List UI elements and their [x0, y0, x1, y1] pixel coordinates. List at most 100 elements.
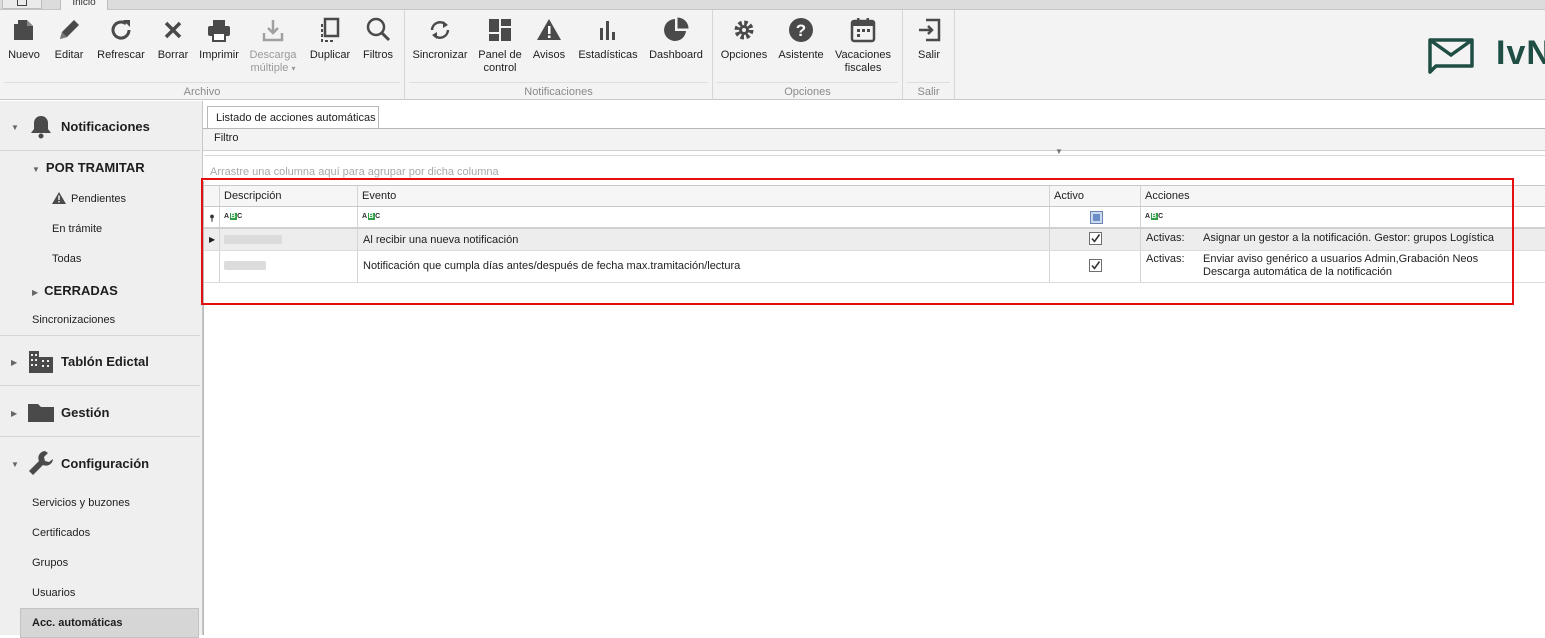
text-filter-icon: ABC [224, 213, 243, 220]
nav-cerradas[interactable]: ▶ CERRADAS [32, 283, 118, 298]
quick-access-button[interactable] [2, 0, 42, 9]
filter-activo-checkbox[interactable] [1050, 207, 1141, 227]
collapse-arrow-icon: ▼ [11, 460, 19, 469]
nav-sincronizaciones[interactable]: Sincronizaciones [32, 314, 115, 326]
new-button[interactable]: Nuevo [4, 12, 44, 62]
calendar-icon [849, 16, 877, 44]
delete-x-icon [159, 16, 187, 44]
redacted-text [224, 261, 266, 270]
print-button[interactable]: Imprimir [198, 12, 240, 62]
cell-acciones: Activas: Asignar un gestor a la notifica… [1146, 232, 1495, 244]
ribbon: Nuevo Editar Refrescar Borrar Imprimir D… [0, 10, 1545, 100]
options-button[interactable]: Opciones [719, 12, 769, 62]
cell-evento: Notificación que cumpla días antes/despu… [358, 251, 1050, 282]
sync-button[interactable]: Sincronizar [411, 12, 469, 62]
ribbon-group-salir: Salir Salir [903, 10, 955, 100]
bell-icon [31, 116, 51, 139]
nav-grupos[interactable]: Grupos [32, 557, 68, 569]
table-row[interactable]: Notificación que cumpla días antes/despu… [204, 251, 1545, 283]
document-icon [17, 0, 27, 6]
duplicate-icon [316, 16, 344, 44]
group-label-salir: Salir [917, 86, 940, 98]
nav-por-tramitar[interactable]: ▼ POR TRAMITAR [32, 160, 145, 175]
title-strip: Inicio [0, 0, 1545, 11]
filter-descripcion-input[interactable]: ABC [220, 207, 358, 227]
table-row[interactable]: ▶ Al recibir una nueva notificación Acti… [204, 229, 1545, 251]
filters-button[interactable]: Filtros [360, 12, 396, 62]
bar-chart-icon [594, 16, 622, 44]
warning-icon [535, 16, 563, 44]
grid-filter-row: ABC ABC ABC [204, 207, 1545, 229]
svg-text:?: ? [796, 21, 806, 40]
building-icon [29, 351, 53, 373]
nav-section-tablon-edictal[interactable]: ▶ Tablón Edictal [0, 336, 200, 386]
assistant-button[interactable]: ? Asistente [775, 12, 827, 62]
indeterminate-checkbox-icon [1090, 211, 1103, 224]
redacted-text [224, 235, 282, 244]
ribbon-group-opciones: Opciones ? Asistente Vacaciones fiscales… [713, 10, 903, 100]
text-filter-icon: ABC [1145, 213, 1164, 220]
alerts-button[interactable]: Avisos [531, 12, 567, 62]
collapse-arrow-icon: ▼ [11, 123, 19, 132]
cell-descripcion [220, 229, 358, 250]
nav-section-gestion[interactable]: ▶ Gestión [0, 387, 200, 437]
refresh-button[interactable]: Refrescar [95, 12, 147, 62]
nav-certificados[interactable]: Certificados [32, 527, 90, 539]
nav-acc-automaticas[interactable]: Acc. automáticas [20, 608, 199, 638]
column-header-acciones[interactable]: Acciones [1141, 186, 1545, 206]
envelope-icon [1428, 38, 1474, 74]
filter-acciones-input[interactable]: ABC [1141, 207, 1545, 227]
column-header-evento[interactable]: Evento [358, 186, 1050, 206]
group-label-notificaciones: Notificaciones [524, 86, 593, 98]
nav-pendientes[interactable]: Pendientes [52, 192, 126, 205]
expand-arrow-icon: ▶ [11, 358, 18, 367]
tab-listado-acciones[interactable]: Listado de acciones automáticas [207, 106, 379, 128]
new-document-icon [10, 16, 38, 44]
nav-usuarios[interactable]: Usuarios [32, 587, 75, 599]
cell-descripcion [220, 251, 358, 282]
statistics-button[interactable]: Estadísticas [575, 12, 641, 62]
collapse-arrow-icon: ▼ [32, 165, 40, 174]
control-panel-button[interactable]: Panel de control [475, 12, 525, 75]
cell-activo [1050, 251, 1141, 282]
refresh-icon [107, 16, 135, 44]
ribbon-group-notificaciones: Sincronizar Panel de control Avisos Esta… [405, 10, 713, 100]
download-icon [259, 16, 287, 44]
filter-pin-icon [210, 214, 214, 222]
main-panel: Listado de acciones automáticas Filtro ▼… [203, 101, 1545, 635]
nav-todas[interactable]: Todas [52, 253, 81, 265]
edit-button[interactable]: Editar [50, 12, 88, 62]
ribbon-group-archivo: Nuevo Editar Refrescar Borrar Imprimir D… [0, 10, 405, 100]
group-label-archivo: Archivo [183, 86, 221, 98]
nav-section-notificaciones[interactable]: ▼ Notificaciones [0, 101, 200, 151]
nav-en-tramite[interactable]: En trámite [52, 223, 102, 235]
warning-icon [52, 192, 66, 204]
expand-arrow-icon: ▶ [11, 409, 18, 418]
row-indicator-icon: ▶ [209, 235, 216, 244]
exit-button[interactable]: Salir [909, 12, 949, 62]
filter-bar[interactable]: Filtro [203, 129, 1545, 151]
column-header-descripcion[interactable]: Descripción [220, 186, 358, 206]
sidebar: ▼ Notificaciones ▼ POR TRAMITAR Pendiente… [0, 101, 203, 638]
download-multiple-button[interactable]: Descarga múltiple ▾ [246, 12, 300, 75]
tax-holidays-button[interactable]: Vacaciones fiscales [833, 12, 893, 75]
group-by-panel[interactable]: Arrastre una columna aquí para agrupar p… [204, 155, 1545, 180]
delete-button[interactable]: Borrar [155, 12, 191, 62]
column-header-activo[interactable]: Activo [1050, 186, 1141, 206]
pencil-icon [55, 16, 83, 44]
help-icon: ? [787, 16, 815, 44]
duplicate-button[interactable]: Duplicar [307, 12, 353, 62]
search-icon [364, 16, 392, 44]
filter-evento-input[interactable]: ABC [358, 207, 1050, 227]
checkbox-checked[interactable] [1089, 232, 1102, 245]
exit-icon [915, 16, 943, 44]
checkbox-checked[interactable] [1089, 259, 1102, 272]
folder-icon [28, 404, 54, 422]
wrench-icon [29, 451, 53, 475]
nav-servicios-buzones[interactable]: Servicios y buzones [32, 497, 130, 509]
cell-activo [1050, 229, 1141, 250]
brand-logo: IvN [1426, 32, 1545, 80]
gear-icon [730, 16, 758, 44]
dashboard-button[interactable]: Dashboard [647, 12, 705, 62]
nav-section-configuracion[interactable]: ▼ Configuración [0, 438, 200, 488]
